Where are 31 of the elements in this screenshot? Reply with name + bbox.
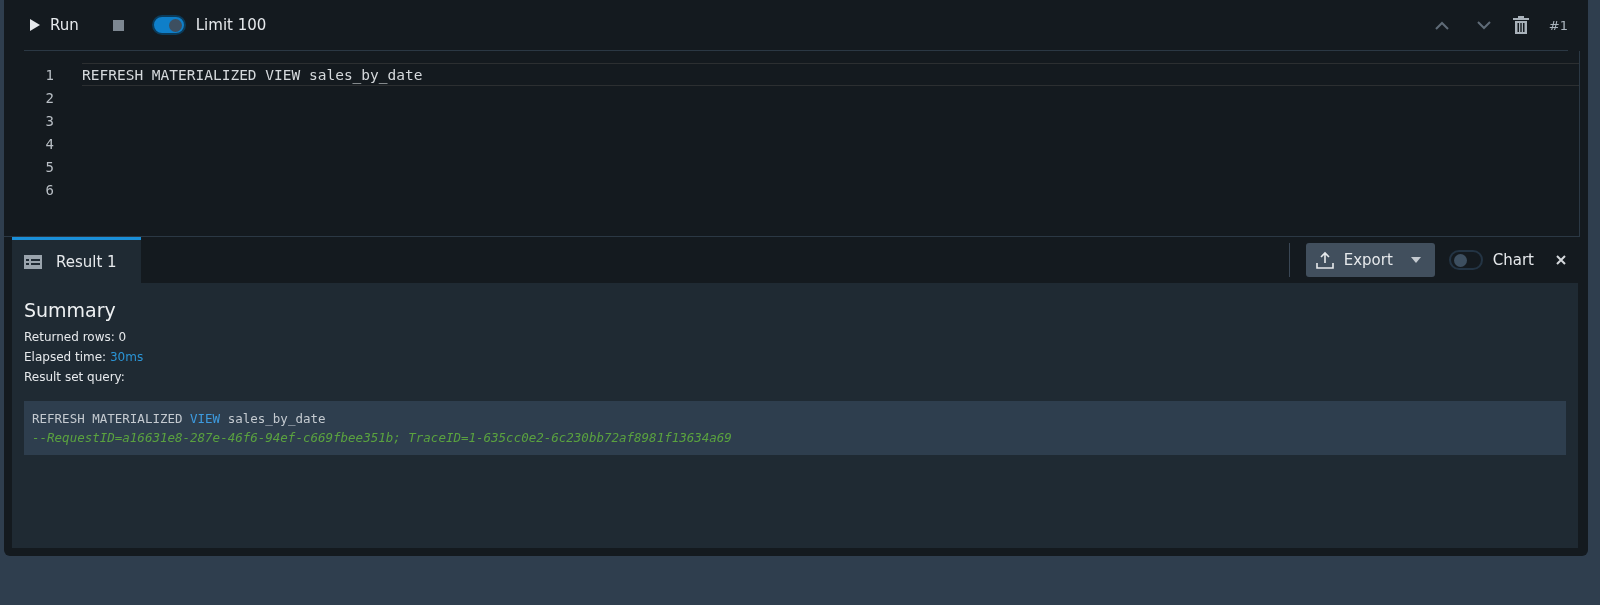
chart-toggle[interactable]	[1448, 250, 1483, 270]
limit-label: Limit 100	[195, 16, 267, 34]
upload-icon	[1315, 251, 1334, 269]
line-number: 5	[44, 158, 54, 175]
close-button[interactable]	[1556, 255, 1566, 265]
stop-button[interactable]	[112, 19, 124, 31]
summary-line: Elapsed time: 30ms	[24, 349, 145, 366]
chevron-up-icon[interactable]	[1434, 20, 1449, 30]
summary-line: Returned rows: 0	[24, 329, 128, 346]
code-line[interactable]: REFRESH MATERIALIZED VIEW sales_by_date	[82, 63, 1579, 86]
query-line: --RequestID=a16631e8-287e-46f6-94ef-c669fbee351b; TraceID=1-635cc0e2-6c230bb72af8981f13634a69	[32, 429, 733, 447]
play-icon	[30, 19, 40, 31]
query-number: #1	[1548, 17, 1568, 33]
summary-line: Result set query:	[24, 369, 126, 386]
table-icon	[24, 254, 42, 269]
trash-icon[interactable]	[1512, 16, 1529, 34]
chart-label: Chart	[1492, 251, 1534, 269]
line-number: 2	[44, 89, 54, 106]
line-number: 1	[44, 66, 54, 83]
line-number: 6	[44, 181, 54, 198]
query-line: REFRESH MATERIALIZED VIEW sales_by_date	[32, 410, 327, 428]
limit-toggle[interactable]	[151, 15, 186, 35]
line-number: 4	[44, 135, 54, 152]
summary-title: Summary	[24, 299, 117, 321]
export-button[interactable]: Export	[1305, 243, 1435, 277]
result-tab[interactable]: Result 1	[12, 237, 141, 283]
line-number: 3	[44, 112, 54, 129]
caret-icon	[1410, 257, 1421, 263]
chevron-down-icon[interactable]	[1476, 20, 1491, 30]
code-text: REFRESH MATERIALIZED VIEW sales_by_date	[82, 65, 423, 85]
run-button[interactable]: Run	[24, 16, 85, 34]
